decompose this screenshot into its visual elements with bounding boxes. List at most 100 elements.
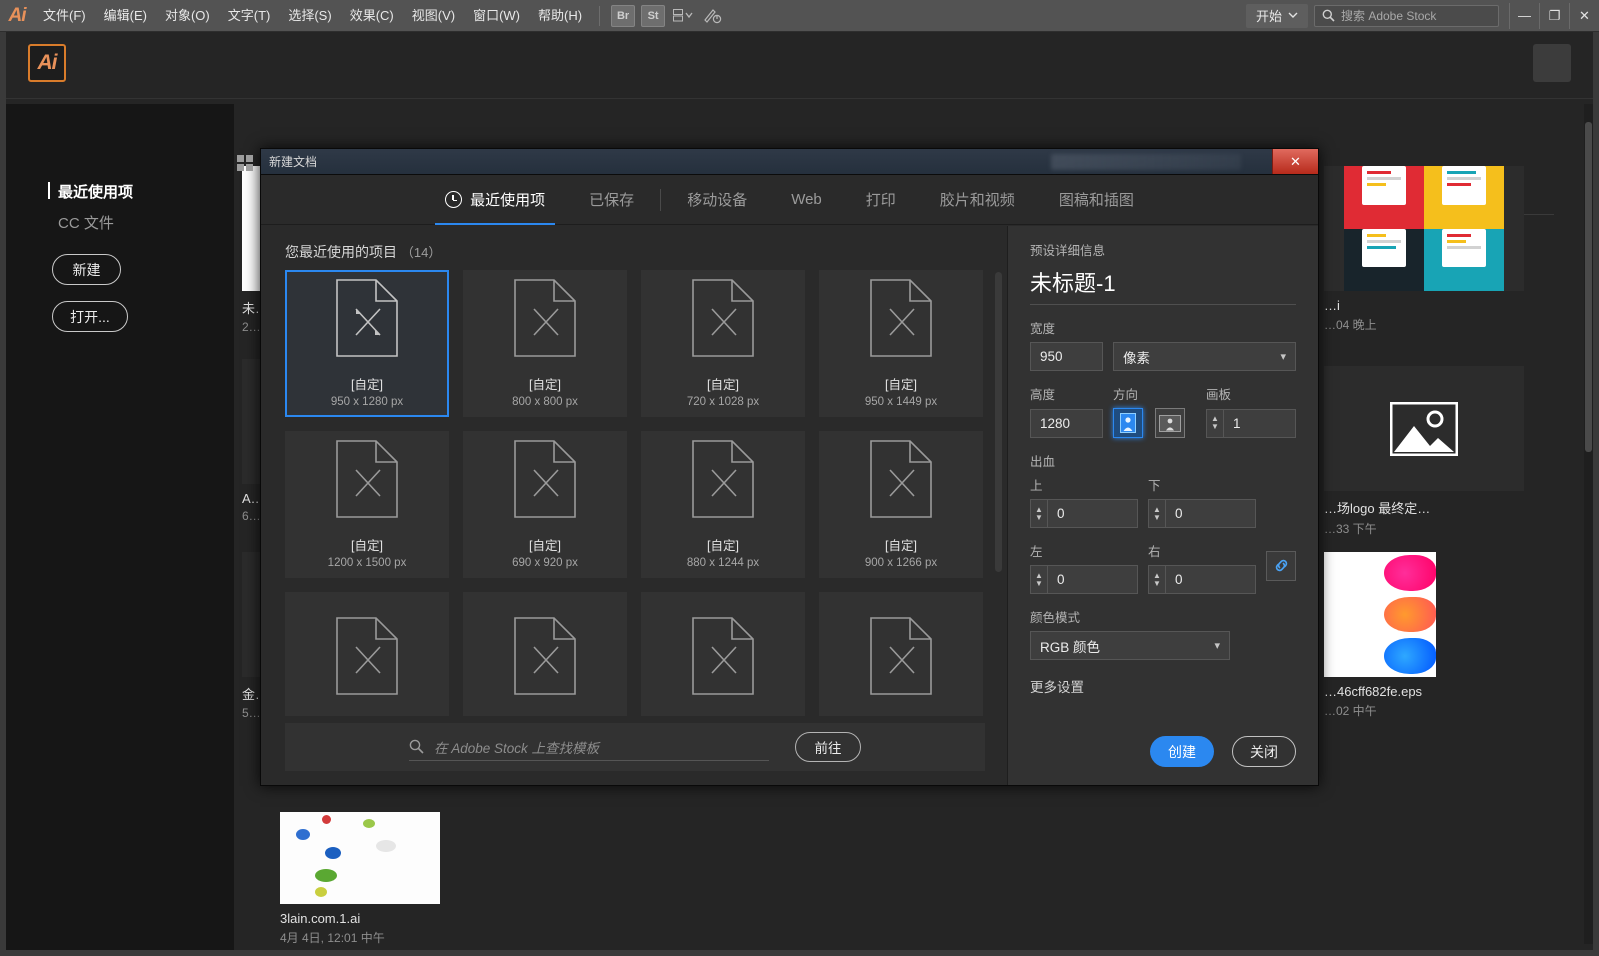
minimize-button[interactable]: —: [1509, 2, 1539, 29]
maximize-button[interactable]: ❐: [1539, 2, 1569, 29]
stepper-down-icon[interactable]: ▼: [1211, 423, 1219, 431]
bleed-left-stepper[interactable]: ▲ ▼: [1030, 565, 1047, 594]
stepper-down-icon[interactable]: ▼: [1035, 579, 1043, 588]
recent-file-item[interactable]: …场logo 最终定… …33 下午: [1324, 366, 1524, 537]
workspace-switcher-icon[interactable]: [700, 5, 726, 27]
tab-web[interactable]: Web: [769, 175, 844, 225]
dialog-title-bar[interactable]: 新建文档 ✕: [237, 149, 1318, 175]
menu-window[interactable]: 窗口(W): [464, 0, 529, 32]
bleed-top-input[interactable]: 0: [1047, 499, 1138, 528]
template-card[interactable]: [自定] 950 x 1449 px: [819, 270, 983, 417]
menu-file[interactable]: 文件(F): [34, 0, 95, 32]
template-card[interactable]: [285, 592, 449, 716]
document-icon: [870, 616, 932, 700]
menu-edit[interactable]: 编辑(E): [95, 0, 156, 32]
sidebar-item-recent[interactable]: 最近使用项: [6, 176, 234, 207]
bleed-bottom-input[interactable]: 0: [1165, 499, 1256, 528]
template-card[interactable]: [自定] 1200 x 1500 px: [285, 431, 449, 578]
template-card[interactable]: [463, 592, 627, 716]
recent-file-name: …46cff682fe.eps: [1324, 684, 1423, 699]
dialog-tabs: 最近使用项 已保存 移动设备 Web 打印 胶片和视频 图稿和插图: [261, 175, 1318, 225]
landscape-orientation-icon[interactable]: [1155, 408, 1185, 438]
stock-icon[interactable]: St: [641, 4, 666, 27]
bleed-left-label: 左: [1030, 545, 1043, 559]
bleed-top-stepper[interactable]: ▲ ▼: [1030, 499, 1047, 528]
close-button[interactable]: ✕: [1569, 2, 1599, 29]
dialog-close-icon[interactable]: ✕: [1272, 149, 1318, 174]
unit-select[interactable]: 像素 ▾: [1113, 342, 1296, 371]
tab-film-video[interactable]: 胶片和视频: [918, 175, 1037, 225]
tab-art-illustration[interactable]: 图稿和插图: [1037, 175, 1156, 225]
create-button[interactable]: 创建: [1150, 736, 1214, 767]
menu-bar: Ai 文件(F) 编辑(E) 对象(O) 文字(T) 选择(S) 效果(C) 视…: [0, 0, 1599, 32]
recent-file-item[interactable]: …46cff682fe.eps …02 中午: [1324, 552, 1524, 719]
home-scrollbar[interactable]: [1584, 104, 1593, 944]
start-workspace-button[interactable]: 开始: [1245, 3, 1308, 28]
menu-type[interactable]: 文字(T): [219, 0, 280, 32]
home-scrollbar-thumb[interactable]: [1585, 122, 1592, 452]
tab-recent[interactable]: 最近使用项: [423, 175, 567, 225]
bleed-right-stepper[interactable]: ▲ ▼: [1148, 565, 1165, 594]
template-card[interactable]: [自定] 880 x 1244 px: [641, 431, 805, 578]
menu-view[interactable]: 视图(V): [403, 0, 464, 32]
stepper-down-icon[interactable]: ▼: [1035, 513, 1043, 522]
template-card[interactable]: [自定] 720 x 1028 px: [641, 270, 805, 417]
template-card[interactable]: [自定] 950 x 1280 px: [285, 270, 449, 417]
template-card[interactable]: [641, 592, 805, 716]
recent-file-item[interactable]: …i …04 晚上: [1324, 166, 1524, 333]
arrange-documents-icon[interactable]: [670, 5, 696, 27]
link-chain-icon[interactable]: [1266, 550, 1296, 581]
menu-select[interactable]: 选择(S): [279, 0, 340, 32]
menu-object[interactable]: 对象(O): [156, 0, 219, 32]
unit-select-value: 像素: [1123, 350, 1150, 366]
template-card[interactable]: [自定] 690 x 920 px: [463, 431, 627, 578]
new-document-button[interactable]: 新建: [52, 254, 121, 285]
tab-print[interactable]: 打印: [844, 175, 918, 225]
dialog-drag-grip-icon[interactable]: [237, 155, 253, 171]
artboard-stepper[interactable]: ▲ ▼: [1206, 408, 1223, 438]
menu-effect[interactable]: 效果(C): [341, 0, 403, 32]
template-label: [自定]: [885, 378, 917, 392]
artboard-input[interactable]: 1: [1223, 408, 1296, 438]
templates-grid: [自定] 950 x 1280 px [自定] 800 x 800 px [自定…: [285, 270, 983, 716]
stepper-down-icon[interactable]: ▼: [1153, 513, 1161, 522]
templates-scrollbar[interactable]: [995, 272, 1002, 713]
stock-search-input[interactable]: 搜索 Adobe Stock: [1314, 4, 1499, 27]
template-card[interactable]: [自定] 800 x 800 px: [463, 270, 627, 417]
tab-mobile[interactable]: 移动设备: [665, 175, 769, 225]
sidebar-item-cc-files[interactable]: CC 文件: [6, 207, 234, 238]
color-mode-label: 颜色模式: [1030, 611, 1081, 625]
template-dimensions: 950 x 1449 px: [864, 396, 938, 408]
template-label: [自定]: [351, 378, 383, 392]
close-dialog-button[interactable]: 关闭: [1232, 736, 1296, 767]
height-input[interactable]: 1280: [1030, 408, 1103, 438]
menu-help[interactable]: 帮助(H): [529, 0, 591, 32]
document-icon: [514, 440, 576, 523]
color-mode-select[interactable]: RGB 颜色 ▾: [1030, 631, 1230, 660]
templates-scrollbar-thumb[interactable]: [995, 272, 1002, 572]
recent-file-item[interactable]: 3lain.com.1.ai 4月 4日, 12:01 中午: [280, 812, 440, 946]
portrait-orientation-icon[interactable]: [1113, 408, 1143, 438]
templates-scroll-area: [自定] 950 x 1280 px [自定] 800 x 800 px [自定…: [261, 270, 1007, 716]
template-card[interactable]: [819, 592, 983, 716]
bleed-right-input[interactable]: 0: [1165, 565, 1256, 594]
bleed-left-input[interactable]: 0: [1047, 565, 1138, 594]
tab-art-illustration-label: 图稿和插图: [1058, 192, 1134, 209]
document-name-input[interactable]: 未标题-1: [1030, 266, 1296, 305]
window-controls: — ❐ ✕: [1509, 0, 1599, 32]
color-mode-value: RGB 颜色: [1040, 639, 1101, 655]
width-input[interactable]: 950: [1030, 342, 1103, 371]
goto-button[interactable]: 前往: [795, 732, 861, 762]
width-label: 宽度: [1030, 322, 1056, 336]
tab-recent-label: 最近使用项: [470, 192, 546, 209]
more-settings-link[interactable]: 更多设置: [1030, 676, 1296, 696]
template-card[interactable]: [自定] 900 x 1266 px: [819, 431, 983, 578]
tab-saved-label: 已保存: [589, 192, 635, 209]
stepper-down-icon[interactable]: ▼: [1153, 579, 1161, 588]
bridge-icon[interactable]: Br: [611, 4, 636, 27]
open-document-button[interactable]: 打开...: [52, 301, 128, 332]
stock-template-search-input[interactable]: 在 Adobe Stock 上查找模板: [409, 733, 769, 761]
bleed-bottom-stepper[interactable]: ▲ ▼: [1148, 499, 1165, 528]
tab-saved[interactable]: 已保存: [567, 175, 656, 225]
tab-print-label: 打印: [865, 192, 896, 209]
